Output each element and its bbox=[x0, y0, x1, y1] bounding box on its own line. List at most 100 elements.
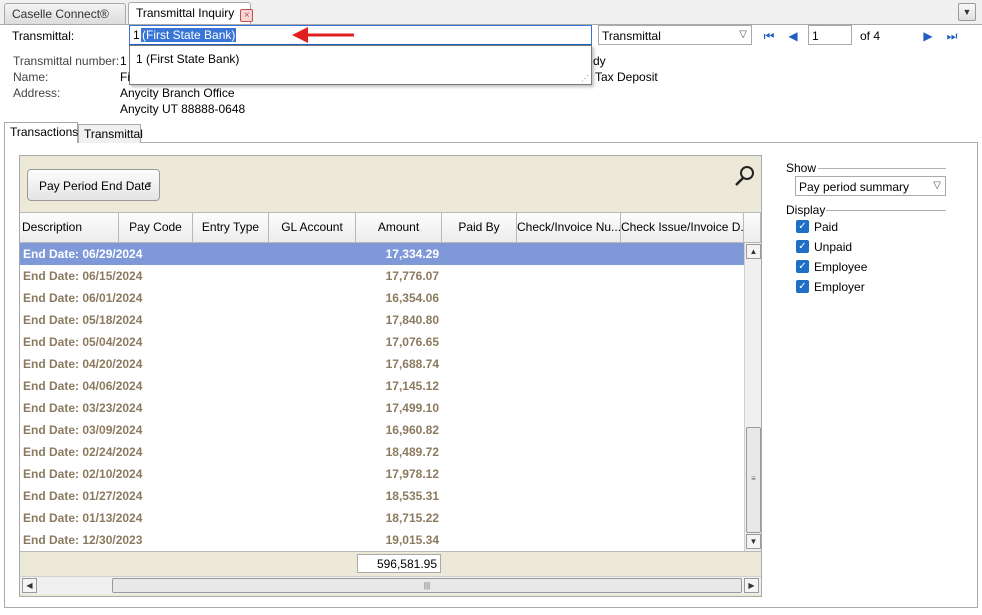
scroll-thumb[interactable]: ≡ bbox=[746, 427, 761, 533]
row-amount: 17,840.80 bbox=[385, 313, 439, 327]
resize-grip-icon[interactable]: ⋰ bbox=[581, 74, 589, 83]
transmittal-dropdown-list: 1 (First State Bank) ⋰ bbox=[129, 45, 592, 85]
row-description: End Date: 05/18/2024 bbox=[23, 313, 143, 327]
row-description: End Date: 12/30/2023 bbox=[23, 533, 143, 547]
table-row[interactable]: End Date: 12/30/2023 19,015.34 bbox=[20, 529, 744, 551]
row-amount: 17,776.07 bbox=[385, 269, 439, 283]
search-icon[interactable] bbox=[734, 165, 756, 187]
divider bbox=[818, 168, 946, 169]
row-description: End Date: 01/27/2024 bbox=[23, 489, 143, 503]
table-row[interactable]: End Date: 03/09/2024 16,960.82 bbox=[20, 419, 744, 441]
name-value: Fi bbox=[120, 70, 130, 84]
checkbox-employer[interactable]: ✓ bbox=[796, 280, 809, 293]
address-label: Address: bbox=[13, 86, 61, 100]
checkbox-label: Employer bbox=[814, 280, 865, 294]
column-header-check-invoice-number[interactable]: Check/Invoice Nu... bbox=[517, 212, 621, 243]
type-select[interactable]: Transmittal ▽ bbox=[598, 25, 752, 45]
group-by-button[interactable]: Pay Period End Date ▼ bbox=[27, 169, 160, 201]
row-amount: 19,015.34 bbox=[385, 533, 439, 547]
checkbox-employee[interactable]: ✓ bbox=[796, 260, 809, 273]
column-header-amount[interactable]: Amount bbox=[356, 212, 442, 243]
row-description: End Date: 03/23/2024 bbox=[23, 401, 143, 415]
amount-total: 596,581.95 bbox=[357, 554, 441, 573]
table-row[interactable]: End Date: 05/18/2024 17,840.80 bbox=[20, 309, 744, 331]
table-row[interactable]: End Date: 04/20/2024 17,688.74 bbox=[20, 353, 744, 375]
row-description: End Date: 02/10/2024 bbox=[23, 467, 143, 481]
first-page-icon[interactable]: ⏮ bbox=[761, 28, 777, 44]
chevron-down-icon: ▽ bbox=[933, 180, 941, 191]
checkbox-label: Employee bbox=[814, 260, 868, 274]
divider bbox=[826, 210, 946, 211]
checkbox-unpaid[interactable]: ✓ bbox=[796, 240, 809, 253]
column-header-paid-by[interactable]: Paid By bbox=[442, 212, 517, 243]
row-description: End Date: 06/15/2024 bbox=[23, 269, 143, 283]
vertical-scrollbar[interactable]: ▲ ≡ ▼ bbox=[744, 243, 761, 551]
horizontal-scrollbar[interactable]: ◀ ||| ▶ bbox=[20, 576, 761, 594]
row-amount: 18,489.72 bbox=[385, 445, 439, 459]
dropdown-item[interactable]: 1 (First State Bank) bbox=[136, 52, 239, 66]
checkbox-paid[interactable]: ✓ bbox=[796, 220, 809, 233]
row-amount: 18,535.31 bbox=[385, 489, 439, 503]
tab-transmittal[interactable]: Transmittal bbox=[78, 124, 143, 143]
chevron-down-icon: ▽ bbox=[739, 29, 747, 40]
type-select-value: Transmittal bbox=[602, 29, 661, 43]
horizontal-scroll-thumb[interactable]: ||| bbox=[112, 578, 742, 593]
scroll-up-icon[interactable]: ▲ bbox=[746, 244, 761, 259]
column-header-pay-code[interactable]: Pay Code bbox=[119, 212, 193, 243]
table-row[interactable]: End Date: 06/29/2024 17,334.29 bbox=[20, 243, 744, 265]
scroll-down-icon[interactable]: ▼ bbox=[746, 534, 761, 549]
transmittal-input[interactable]: 1 (First State Bank) bbox=[129, 25, 592, 46]
table-row[interactable]: End Date: 01/13/2024 18,715.22 bbox=[20, 507, 744, 529]
row-description: End Date: 01/13/2024 bbox=[23, 511, 143, 525]
column-header-gl-account[interactable]: GL Account bbox=[269, 212, 356, 243]
row-description: End Date: 05/04/2024 bbox=[23, 335, 143, 349]
transmittal-label: Transmittal: bbox=[12, 29, 75, 43]
table-row[interactable]: End Date: 01/27/2024 18,535.31 bbox=[20, 485, 744, 507]
page-input[interactable]: 1 bbox=[808, 25, 852, 45]
group-by-label: Pay Period End Date bbox=[39, 179, 152, 193]
chevron-down-icon: ▼ bbox=[145, 180, 153, 189]
row-amount: 18,715.22 bbox=[385, 511, 439, 525]
grid-rows: End Date: 06/29/2024 17,334.29 End Date: 0… bbox=[20, 243, 744, 551]
close-icon[interactable]: × bbox=[240, 9, 254, 22]
checkbox-label: Paid bbox=[814, 220, 839, 234]
tab-transactions[interactable]: Transactions bbox=[4, 122, 78, 143]
row-description: End Date: 04/20/2024 bbox=[23, 357, 143, 371]
address-line-2: Anycity UT 88888-0648 bbox=[120, 102, 246, 116]
table-row[interactable]: End Date: 02/10/2024 17,978.12 bbox=[20, 463, 744, 485]
last-page-icon[interactable]: ⏭ bbox=[944, 28, 960, 44]
row-amount: 17,145.12 bbox=[385, 379, 439, 393]
table-row[interactable]: End Date: 06/15/2024 17,776.07 bbox=[20, 265, 744, 287]
display-section-label: Display bbox=[786, 203, 826, 217]
tab-transmittal-inquiry[interactable]: Transmittal Inquiry × bbox=[128, 2, 254, 24]
column-header-entry-type[interactable]: Entry Type bbox=[193, 212, 269, 243]
page-count: of 4 bbox=[860, 29, 881, 43]
scroll-right-icon[interactable]: ▶ bbox=[744, 578, 759, 593]
row-description: End Date: 04/06/2024 bbox=[23, 379, 143, 393]
tab-caselle-connect[interactable]: Caselle Connect® bbox=[4, 3, 126, 24]
transmittal-input-selection: (First State Bank) bbox=[141, 28, 237, 42]
table-row[interactable]: End Date: 06/01/2024 16,354.06 bbox=[20, 287, 744, 309]
table-row[interactable]: End Date: 05/04/2024 17,076.65 bbox=[20, 331, 744, 353]
row-amount: 17,688.74 bbox=[385, 357, 439, 371]
row-description: End Date: 03/09/2024 bbox=[23, 423, 143, 437]
column-header-check-issue-date[interactable]: Check Issue/Invoice D... bbox=[621, 212, 744, 243]
next-page-icon[interactable]: ▶ bbox=[920, 28, 936, 44]
previous-page-icon[interactable]: ◀ bbox=[785, 28, 801, 44]
table-row[interactable]: End Date: 03/23/2024 17,499.10 bbox=[20, 397, 744, 419]
table-row[interactable]: End Date: 02/24/2024 18,489.72 bbox=[20, 441, 744, 463]
table-row[interactable]: End Date: 04/06/2024 17,145.12 bbox=[20, 375, 744, 397]
checkbox-label: Unpaid bbox=[814, 240, 853, 254]
row-amount: 17,076.65 bbox=[385, 335, 439, 349]
scroll-left-icon[interactable]: ◀ bbox=[22, 578, 37, 593]
show-select[interactable]: Pay period summary ▽ bbox=[795, 176, 946, 196]
row-amount: 17,499.10 bbox=[385, 401, 439, 415]
tab-menu-chevron-down-icon[interactable]: ▼ bbox=[958, 3, 976, 21]
annotation-arrow-icon bbox=[292, 27, 354, 43]
row-description: End Date: 06/01/2024 bbox=[23, 291, 143, 305]
transmittal-number-label: Transmittal number: bbox=[13, 54, 120, 68]
deposit-type-value: Tax Deposit bbox=[595, 70, 658, 84]
address-line-1: Anycity Branch Office bbox=[120, 86, 235, 100]
row-amount: 16,354.06 bbox=[385, 291, 439, 305]
column-header-description[interactable]: Description bbox=[20, 212, 119, 243]
